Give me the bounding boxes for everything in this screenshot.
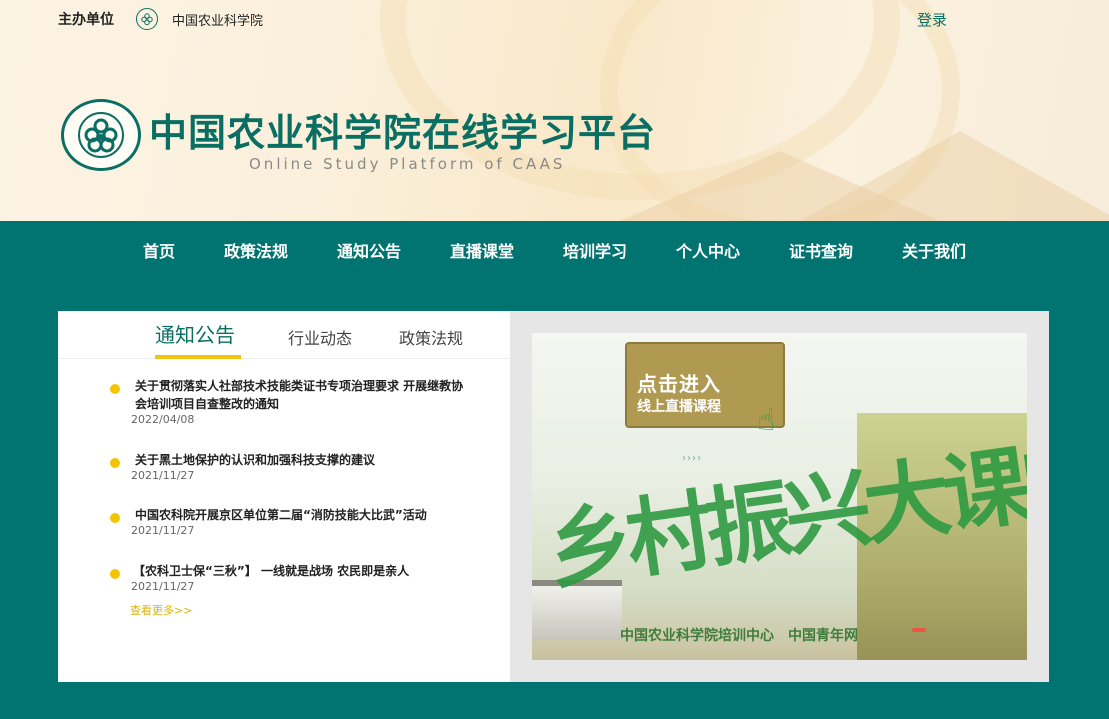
nav-item-profile[interactable]: 个人中心 [652,238,765,262]
carousel-indicator[interactable] [912,628,926,632]
nav-item-certificate[interactable]: 证书查询 [765,238,878,262]
caas-emblem-logo [61,99,141,171]
nav-item-live-class[interactable]: 直播课堂 [425,238,538,262]
banner-credit: 中国农业科学院培训中心 中国青年网 [620,628,858,644]
pointing-hand-icon: ☝ [757,403,776,438]
banner-frame: 乡村振兴大课堂 点击进入 线上直播课程 ☝ ›››› 中国农业科学院培训中心 中… [510,311,1049,682]
site-subtitle: Online Study Platform of CAAS [249,155,566,173]
nav-item-notices[interactable]: 通知公告 [312,238,425,262]
host-name: 中国农业科学院 [172,13,264,29]
news-date: 2021/11/27 [131,580,195,593]
bullet-dot-icon [110,569,120,579]
login-link[interactable]: 登录 [917,9,947,30]
content-panel: 通知公告 行业动态 政策法规 关于贯彻落实人社部技术技能类证书专项治理要求 开展… [58,311,1049,682]
news-section: 通知公告 行业动态 政策法规 关于贯彻落实人社部技术技能类证书专项治理要求 开展… [58,311,510,682]
site-header: 主办单位 中国农业科学院 登录 中国农业科学院在线学习平台 Online Stu… [0,0,1109,221]
flower-icon [141,13,153,26]
bullet-dot-icon [110,458,120,468]
cta-secondary-text: 线上直播课程 [637,399,721,415]
active-tab-indicator [155,355,241,359]
site-title: 中国农业科学院在线学习平台 [149,111,657,155]
live-class-banner[interactable]: 乡村振兴大课堂 点击进入 线上直播课程 ☝ ›››› 中国农业科学院培训中心 中… [532,333,1027,660]
news-title[interactable]: 关于贯彻落实人社部技术技能类证书专项治理要求 开展继教协会培训项目自查整改的通知 [135,377,475,413]
header-decoration [800,131,1109,221]
bullet-dot-icon [110,513,120,523]
news-title[interactable]: 中国农科院开展京区单位第二届“消防技能大比武”活动 [135,506,475,524]
nav-item-training[interactable]: 培训学习 [539,238,652,262]
news-date: 2021/11/27 [131,469,195,482]
news-title[interactable]: 【农科卫士保“三秋”】 一线就是战场 农民即是亲人 [133,562,473,580]
tab-policy[interactable]: 政策法规 [399,325,463,349]
tab-industry-news[interactable]: 行业动态 [288,325,352,349]
news-tabs: 通知公告 行业动态 政策法规 [58,311,510,359]
arrows-icon: ›››› [682,453,702,464]
view-more-link[interactable]: 查看更多>> [130,602,192,618]
news-date: 2022/04/08 [131,413,195,426]
news-title[interactable]: 关于黑土地保护的认识和加强科技支撑的建议 [135,451,475,469]
main-nav: 首页 政策法规 通知公告 直播课堂 培训学习 个人中心 证书查询 关于我们 [0,221,1109,279]
nav-item-about[interactable]: 关于我们 [878,238,991,262]
tab-notices[interactable]: 通知公告 [155,319,235,348]
caas-emblem-icon [78,112,124,158]
bullet-dot-icon [110,384,120,394]
caas-logo-icon [136,8,158,30]
news-date: 2021/11/27 [131,524,195,537]
nav-item-policy[interactable]: 政策法规 [199,238,312,262]
host-label: 主办单位 [58,12,114,28]
nav-item-home[interactable]: 首页 [118,238,199,262]
host-bar: 主办单位 中国农业科学院 [58,8,263,30]
cta-primary-text: 点击进入 [637,372,721,396]
